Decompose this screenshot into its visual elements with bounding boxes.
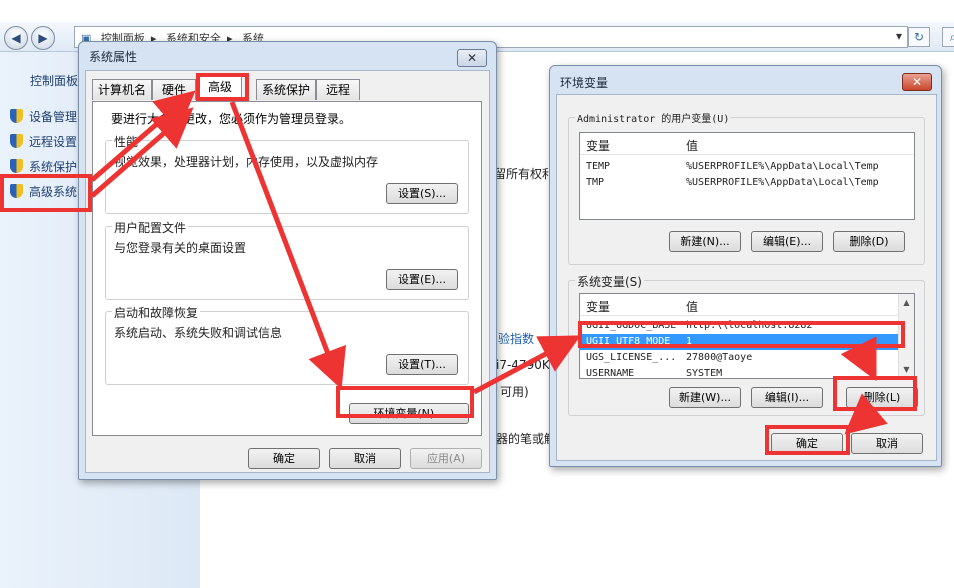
arrow-delete-to-ok [844, 393, 888, 435]
arrow-variable-to-delete [840, 336, 877, 381]
arrow-link-to-tab [90, 90, 196, 182]
arrow-link-to-tab-2 [90, 107, 194, 198]
arrow-tab-to-env [229, 101, 346, 390]
arrow-env-to-variable [472, 335, 581, 395]
annotation-arrows [90, 90, 888, 435]
